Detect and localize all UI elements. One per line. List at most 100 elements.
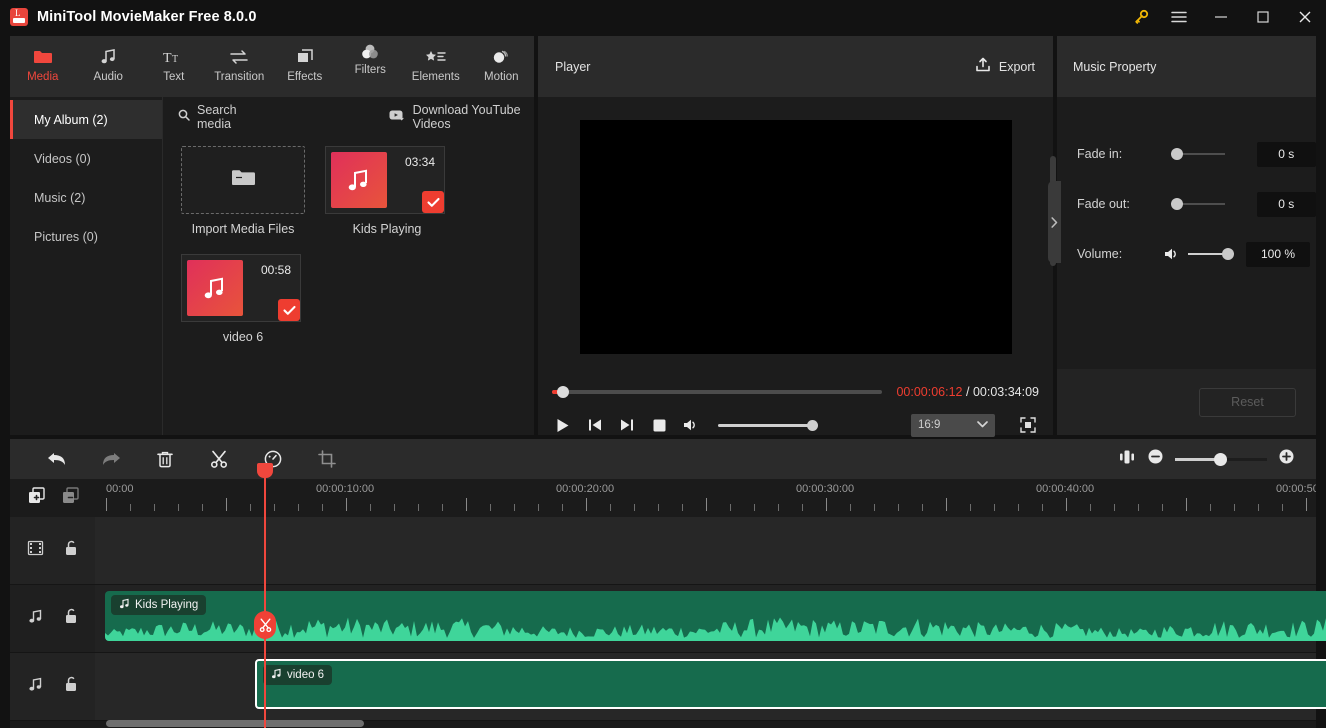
- remove-track-icon[interactable]: [62, 486, 80, 510]
- stop-button[interactable]: [648, 414, 670, 436]
- playhead[interactable]: [254, 463, 276, 728]
- media-thumbnail[interactable]: 03:34: [325, 146, 445, 214]
- zoom-out-icon[interactable]: [1148, 449, 1163, 469]
- delete-icon[interactable]: [154, 448, 176, 470]
- tab-transition[interactable]: Transition: [207, 36, 273, 97]
- split-at-playhead-button[interactable]: [254, 611, 276, 639]
- media-checkbox[interactable]: [278, 299, 300, 321]
- fade-in-row: Fade in: 0 s: [1057, 129, 1316, 179]
- sidebar-item-my-album[interactable]: My Album (2): [10, 100, 162, 139]
- minimize-button[interactable]: [1200, 0, 1242, 33]
- unlock-icon[interactable]: [65, 676, 78, 697]
- media-thumbnail[interactable]: 00:58: [181, 254, 301, 322]
- media-item-video-6[interactable]: 00:58 video 6: [181, 254, 305, 344]
- timeline-ruler-scale[interactable]: 00:00 00:00:10:00 00:00:20:00 00:00:30:00 00…: [95, 479, 1316, 517]
- add-track-icon[interactable]: [28, 486, 46, 510]
- timeline-track-audio-2: video 6: [10, 653, 1326, 721]
- fade-out-handle[interactable]: [1170, 198, 1183, 210]
- sidebar-item-pictures[interactable]: Pictures (0): [10, 217, 162, 256]
- audio-thumbnail-icon: [331, 152, 387, 208]
- previous-frame-button[interactable]: [584, 414, 606, 436]
- property-panel-title: Music Property: [1073, 59, 1157, 74]
- import-media-button[interactable]: [181, 146, 305, 214]
- fade-in-value[interactable]: 0 s: [1256, 141, 1316, 167]
- sidebar-item-music[interactable]: Music (2): [10, 178, 162, 217]
- music-note-icon: [100, 43, 117, 70]
- timeline-clip-kids-playing[interactable]: Kids Playing: [105, 591, 1326, 641]
- track-lane[interactable]: video 6: [95, 653, 1326, 720]
- ruler-tick: [1018, 504, 1019, 511]
- app-logo-icon: [10, 7, 28, 26]
- ruler-tick: [706, 498, 707, 511]
- hamburger-icon[interactable]: [1158, 0, 1200, 33]
- timeline-ruler[interactable]: 00:00 00:00:10:00 00:00:20:00 00:00:30:00 00…: [10, 479, 1316, 517]
- fullscreen-button[interactable]: [1017, 414, 1039, 436]
- unlock-icon[interactable]: [65, 540, 78, 561]
- key-icon[interactable]: [1124, 0, 1158, 33]
- ruler-tick: [394, 504, 395, 511]
- track-header: [10, 517, 95, 584]
- tab-elements[interactable]: Elements: [403, 36, 469, 97]
- split-icon[interactable]: [208, 448, 230, 470]
- volume-handle[interactable]: [1222, 248, 1234, 260]
- tab-text[interactable]: TT Text: [141, 36, 207, 97]
- ruler-tick: [250, 504, 251, 511]
- tab-effects[interactable]: Effects: [272, 36, 338, 97]
- fit-timeline-icon[interactable]: [1118, 450, 1136, 469]
- player-volume-slider[interactable]: [718, 419, 818, 431]
- import-media-cell[interactable]: Import Media Files: [181, 146, 305, 236]
- fade-in-slider[interactable]: [1170, 148, 1225, 160]
- seek-handle[interactable]: [556, 386, 569, 398]
- zoom-handle[interactable]: [1213, 452, 1227, 466]
- fade-in-handle[interactable]: [1170, 148, 1183, 160]
- media-item-kids-playing[interactable]: 03:34 Kids Playing: [325, 146, 449, 236]
- export-button[interactable]: Export: [975, 57, 1035, 76]
- player-volume-handle[interactable]: [807, 419, 818, 431]
- next-frame-button[interactable]: [616, 414, 638, 436]
- zoom-progress: [1175, 457, 1220, 461]
- track-header: [10, 653, 95, 720]
- seek-bar[interactable]: [552, 386, 883, 398]
- ruler-tick: [442, 504, 443, 511]
- volume-slider[interactable]: [1188, 248, 1234, 260]
- close-button[interactable]: [1284, 0, 1326, 33]
- media-duration: 03:34: [404, 155, 435, 169]
- volume-icon[interactable]: [680, 414, 702, 436]
- search-media-button[interactable]: Search media: [178, 103, 259, 131]
- zoom-in-icon[interactable]: [1279, 449, 1294, 469]
- fade-out-slider[interactable]: [1170, 198, 1225, 210]
- volume-icon[interactable]: [1164, 247, 1180, 261]
- tab-media[interactable]: Media: [10, 36, 76, 97]
- undo-icon[interactable]: [46, 448, 68, 470]
- ruler-tick: [946, 498, 947, 511]
- unlock-icon[interactable]: [65, 608, 78, 629]
- maximize-button[interactable]: [1242, 0, 1284, 33]
- volume-value[interactable]: 100 %: [1246, 241, 1310, 267]
- media-checkbox[interactable]: [422, 191, 444, 213]
- crop-icon[interactable]: [316, 448, 338, 470]
- timeline-clip-video-6[interactable]: video 6: [255, 659, 1326, 709]
- aspect-ratio-value: 16:9: [918, 419, 941, 431]
- clip-label: Kids Playing: [135, 599, 199, 611]
- tab-filters[interactable]: Filters: [338, 36, 404, 97]
- ruler-label: 00:00: [106, 483, 134, 495]
- timeline-zoom-slider[interactable]: [1175, 452, 1267, 466]
- tab-audio[interactable]: Audio: [76, 36, 142, 97]
- effects-icon: [295, 43, 315, 70]
- sidebar-item-videos[interactable]: Videos (0): [10, 139, 162, 178]
- video-canvas[interactable]: [579, 119, 1012, 354]
- play-button[interactable]: [552, 414, 574, 436]
- reset-button[interactable]: Reset: [1199, 387, 1296, 417]
- download-youtube-button[interactable]: Download YouTube Videos: [389, 103, 534, 131]
- playhead-handle[interactable]: [257, 463, 273, 478]
- redo-icon[interactable]: [100, 448, 122, 470]
- track-lane[interactable]: Kids Playing: [95, 585, 1326, 652]
- timeline-horizontal-scrollbar[interactable]: [106, 720, 364, 727]
- time-separator: /: [965, 385, 970, 399]
- fade-in-label: Fade in:: [1077, 147, 1123, 161]
- fade-out-value[interactable]: 0 s: [1256, 191, 1316, 217]
- search-icon: [178, 109, 190, 124]
- tab-motion[interactable]: Motion: [469, 36, 535, 97]
- track-lane[interactable]: [95, 517, 1316, 584]
- aspect-ratio-select[interactable]: 16:9: [911, 413, 995, 437]
